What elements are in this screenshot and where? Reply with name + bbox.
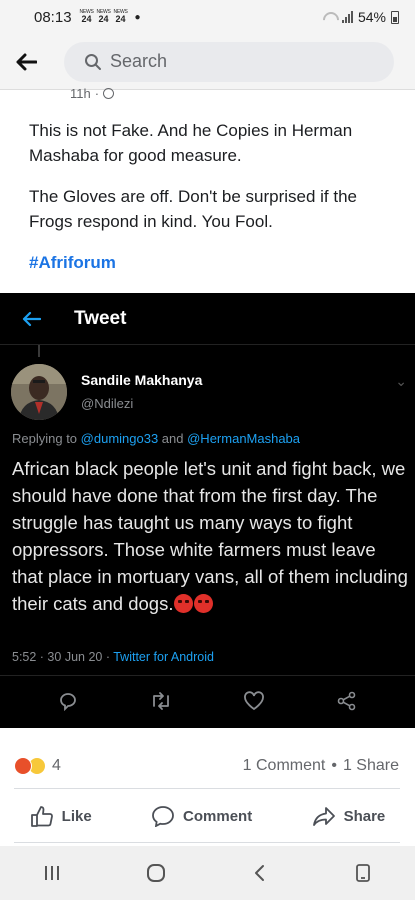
post-actions: Like Comment Share — [0, 794, 415, 838]
share-nodes-icon — [335, 689, 359, 713]
reply-icon — [56, 689, 80, 713]
chevron-down-icon: ⌄ — [395, 373, 407, 389]
post-paragraph: This is not Fake. And he Copies in Herma… — [29, 121, 353, 165]
angry-face-icon — [194, 594, 214, 613]
tweet-author-name: Sandile Makhanya — [81, 372, 203, 388]
divider — [14, 842, 400, 843]
search-placeholder: Search — [110, 51, 168, 71]
chevron-left-icon — [255, 865, 265, 881]
comment-button[interactable]: Comment — [151, 805, 252, 827]
wifi-icon — [321, 11, 337, 23]
engagement-summary: 1 Comment • 1 Share — [242, 757, 399, 775]
comment-bubble-icon — [152, 806, 174, 827]
tweet-back-arrow-icon — [0, 311, 62, 327]
retweet-icon — [149, 689, 173, 713]
mention-link: @HermanMashaba — [187, 431, 301, 446]
back-arrow-icon — [16, 53, 37, 70]
share-button[interactable]: Share — [312, 805, 386, 827]
phone-rotate-icon — [356, 864, 371, 882]
search-header: Search — [0, 34, 415, 90]
reactions-row[interactable]: 4 1 Comment • 1 Share — [0, 748, 415, 784]
nav-back-button[interactable] — [239, 858, 279, 888]
android-nav-bar — [0, 846, 415, 900]
post-paragraph: The Gloves are off. Don't be surprised i… — [29, 187, 357, 231]
news-notification-icon: NEWS 24 — [113, 9, 128, 24]
angry-reaction-icon — [14, 757, 32, 775]
share-label: Share — [343, 807, 386, 825]
like-label: Like — [61, 807, 92, 825]
tweet-title: Tweet — [74, 307, 127, 329]
status-time: 08:13 — [34, 8, 72, 26]
like-button[interactable]: Like — [30, 805, 92, 827]
tweet-header: Tweet — [0, 293, 415, 345]
reaction-count: 4 — [52, 757, 61, 774]
divider — [0, 675, 415, 676]
post-meta: 11h · — [70, 86, 115, 101]
share-count[interactable]: 1 Share — [343, 757, 399, 775]
status-right: 54% — [321, 9, 399, 25]
angry-face-icon — [174, 594, 194, 613]
share-arrow-icon — [312, 807, 335, 826]
search-icon — [85, 53, 101, 70]
recent-apps-icon — [44, 866, 59, 880]
comment-label: Comment — [183, 807, 253, 825]
tweet-client: Twitter for Android — [113, 650, 214, 664]
mention-link: @dumingo33 — [80, 431, 159, 446]
heart-icon — [242, 689, 266, 713]
signal-icon — [341, 11, 353, 23]
hashtag-link[interactable]: #Afriforum — [29, 253, 116, 272]
avatar — [11, 364, 67, 420]
comment-count[interactable]: 1 Comment — [243, 757, 326, 775]
tweet-body: African black people let's unit and figh… — [12, 458, 408, 614]
keyboard-toggle-button[interactable] — [343, 858, 383, 888]
news-notification-icon: NEWS 24 — [96, 9, 111, 24]
globe-icon — [103, 88, 115, 99]
post-text: This is not Fake. And he Copies in Herma… — [29, 118, 399, 291]
divider — [14, 788, 400, 789]
tweet-screenshot[interactable]: Tweet Sandile Makhanya @Ndilezi ⌄ Replyi… — [0, 293, 415, 728]
tweet-timestamp: 5:52 · 30 Jun 20 · Twitter for Android — [12, 650, 214, 664]
battery-percent: 54% — [357, 9, 386, 25]
back-button[interactable] — [0, 53, 52, 71]
tweet-actions — [0, 689, 415, 713]
replying-to: Replying to @dumingo33 and @HermanMashab… — [12, 431, 301, 446]
notification-dot-icon: ● — [134, 11, 141, 23]
search-input[interactable]: Search — [64, 41, 394, 82]
home-icon — [146, 864, 165, 882]
news-notification-icon: NEWS 24 — [79, 9, 94, 24]
recent-apps-button[interactable] — [32, 858, 72, 888]
thread-line — [38, 345, 40, 357]
home-button[interactable] — [136, 858, 176, 888]
post-time[interactable]: 11h — [70, 86, 91, 101]
thumbs-up-icon — [30, 806, 53, 827]
status-bar: 08:13 NEWS 24 NEWS 24 NEWS 24 ● 54% — [0, 0, 415, 34]
battery-icon — [391, 10, 399, 24]
tweet-author-handle: @Ndilezi — [81, 396, 134, 411]
